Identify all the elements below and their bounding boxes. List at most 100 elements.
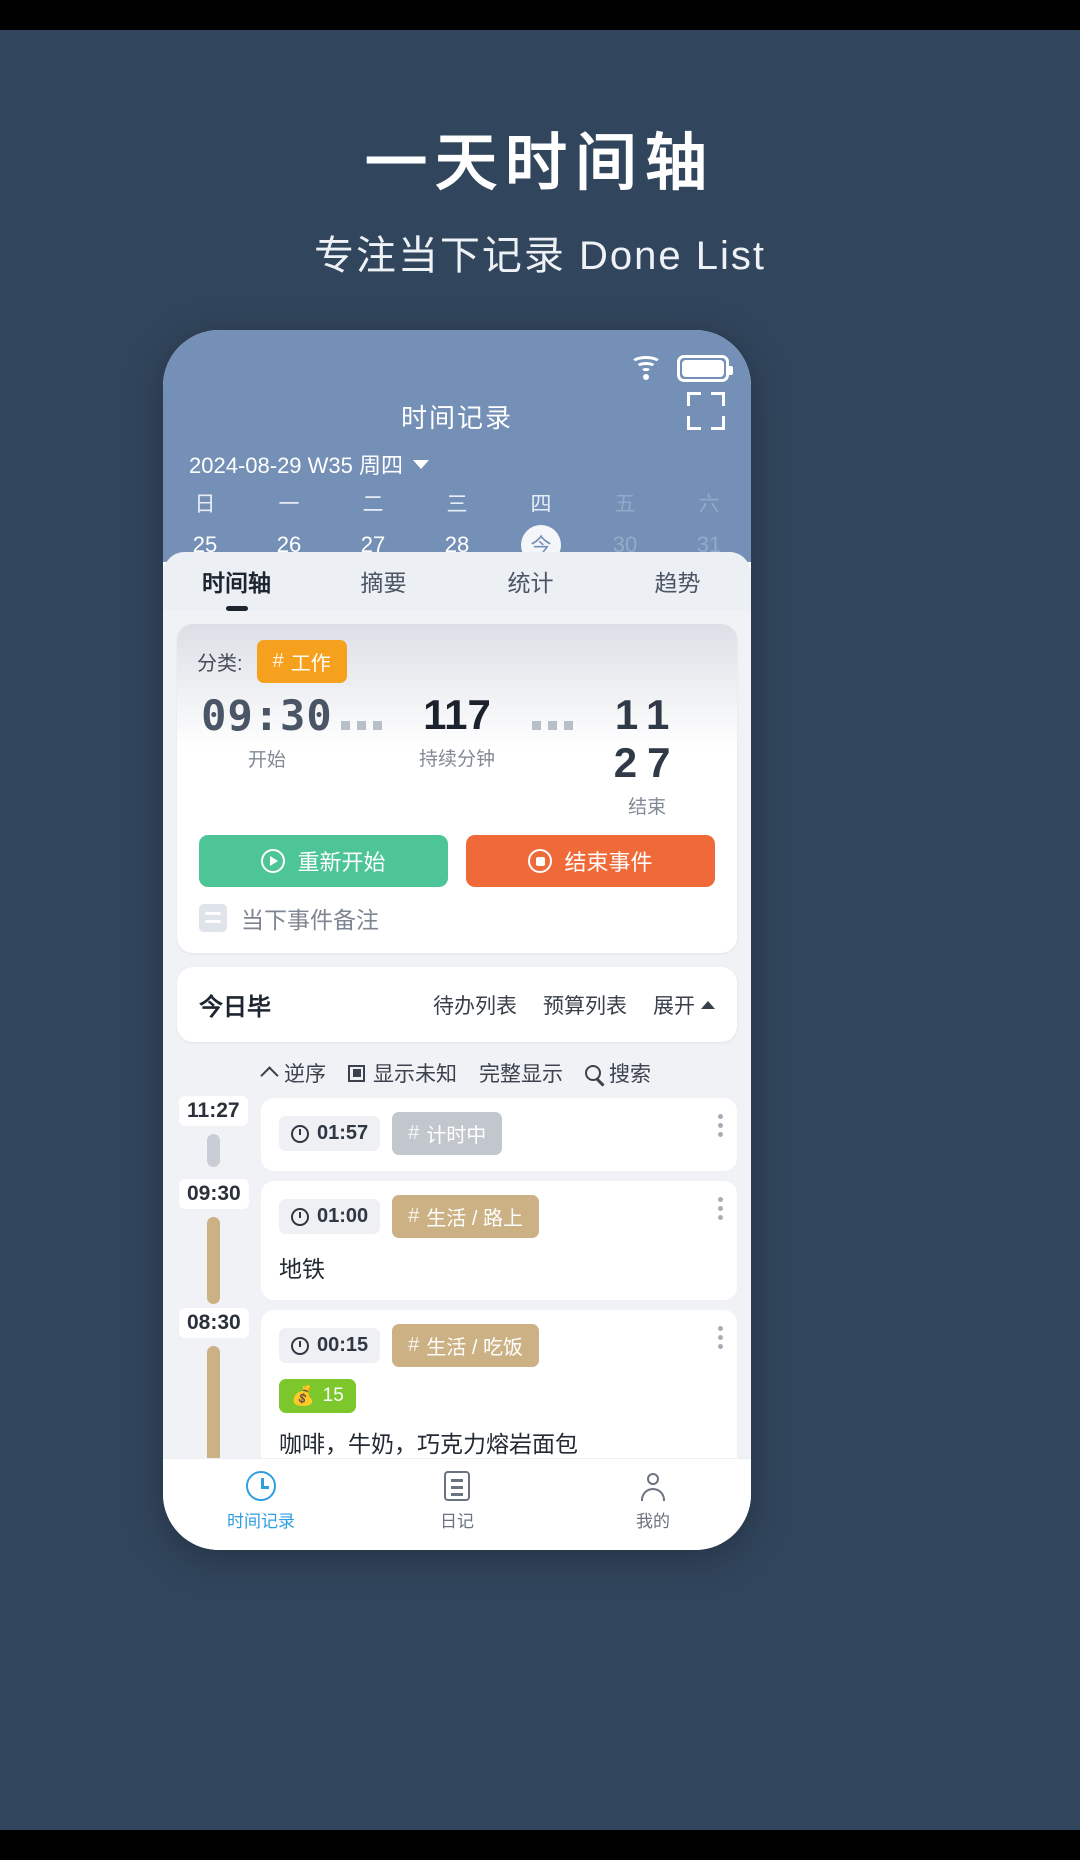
stop-circle-icon xyxy=(528,849,553,873)
nav-item-profile[interactable]: 我的 xyxy=(555,1469,751,1532)
stop-button-label: 结束事件 xyxy=(564,850,653,875)
expand-toggle[interactable]: 展开 xyxy=(653,990,715,1020)
weekday-name: 一 xyxy=(278,493,300,516)
stop-event-button[interactable]: 结束事件 xyxy=(466,835,715,887)
entry-duration: 01:00 xyxy=(317,1205,369,1227)
weekday-name: 五 xyxy=(614,493,636,516)
entry-tag-badge[interactable]: # 生活 / 吃饭 xyxy=(392,1324,539,1367)
wifi-icon xyxy=(629,355,663,381)
today-section-header: 今日毕 待办列表 预算列表 展开 xyxy=(177,967,737,1042)
entry-duration: 01:57 xyxy=(317,1122,369,1144)
tab-summary[interactable]: 摘要 xyxy=(310,564,457,598)
dots-separator-left xyxy=(335,691,389,730)
app-header: 时间记录 2024-08-29 W35 周四 日 一 二 三 四 五 六 25 … xyxy=(163,330,751,565)
chevron-up-icon xyxy=(260,1065,279,1085)
note-placeholder: 当下事件备注 xyxy=(241,907,379,933)
entry-meta: 00:15 # 生活 / 吃饭 xyxy=(279,1324,719,1367)
note-icon xyxy=(199,904,227,932)
event-note-row[interactable]: 当下事件备注 xyxy=(177,887,737,953)
tab-statistics[interactable]: 统计 xyxy=(457,564,604,598)
entry-text: 咖啡，牛奶，巧克力熔岩面包 xyxy=(279,1431,578,1457)
filter-search[interactable]: 搜索 xyxy=(585,1058,651,1088)
category-row: 分类: # 工作 xyxy=(177,624,737,687)
alarm-clock-icon xyxy=(163,1469,359,1503)
timeline-time: 08:30 xyxy=(179,1308,249,1338)
page-subtitle: 专注当下记录 Done List xyxy=(313,234,767,279)
filter-full-display[interactable]: 完整显示 xyxy=(479,1058,563,1088)
entry-tag-label: 生活 / 路上 xyxy=(426,1208,523,1230)
entry-tag-badge[interactable]: # 计时中 xyxy=(392,1112,503,1155)
entry-menu-icon[interactable] xyxy=(718,1197,723,1220)
timeline-entry-card[interactable]: 01:57 # 计时中 xyxy=(261,1098,737,1171)
start-time-label: 开始 xyxy=(247,750,286,771)
weekday-name: 三 xyxy=(446,493,468,516)
bottom-navigation: 时间记录 日记 我的 xyxy=(163,1458,751,1550)
current-timer-card: 分类: # 工作 09:30 开始 117 持续分钟 11 27 结束 重新开始… xyxy=(177,624,737,953)
timer-end[interactable]: 11 27 结束 xyxy=(579,691,715,819)
hash-icon: # xyxy=(408,1334,420,1356)
filter-reverse-label: 逆序 xyxy=(284,1063,326,1086)
status-bar xyxy=(629,348,733,388)
weekday-name: 日 xyxy=(194,493,216,516)
filter-reverse[interactable]: 逆序 xyxy=(260,1058,326,1088)
timeline-bar xyxy=(207,1134,220,1167)
todo-list-link[interactable]: 待办列表 xyxy=(433,990,517,1020)
filter-show-unknown[interactable]: 显示未知 xyxy=(348,1058,457,1088)
duration-chip: 01:57 xyxy=(279,1116,381,1151)
category-badge[interactable]: # 工作 xyxy=(256,640,347,683)
search-icon xyxy=(585,1065,601,1081)
weekday-name: 二 xyxy=(362,493,384,516)
start-time-value: 09:30 xyxy=(201,691,333,740)
timeline-filter-bar: 逆序 显示未知 完整显示 搜索 xyxy=(163,1042,751,1098)
notebook-icon xyxy=(359,1469,555,1503)
tab-timeline[interactable]: 时间轴 xyxy=(163,564,310,598)
chevron-down-icon xyxy=(413,459,429,469)
end-time-label: 结束 xyxy=(628,797,667,818)
restart-button[interactable]: 重新开始 xyxy=(199,835,448,887)
money-chip: 💰 15 xyxy=(279,1379,356,1413)
hash-icon: # xyxy=(408,1122,420,1144)
entry-tag-label: 计时中 xyxy=(426,1125,487,1147)
timer-start[interactable]: 09:30 开始 xyxy=(199,691,335,772)
timeline-row: 09:30 01:00 # 生活 / 路上 地铁 xyxy=(163,1179,751,1310)
timer-duration: 117 持续分钟 xyxy=(389,691,525,771)
entry-meta: 01:57 # 计时中 xyxy=(279,1112,719,1155)
nav-item-diary[interactable]: 日记 xyxy=(359,1469,555,1532)
duration-label: 持续分钟 xyxy=(419,749,496,770)
entry-duration: 00:15 xyxy=(317,1334,369,1356)
weekday-name: 四 xyxy=(530,493,552,516)
entry-tag-label: 生活 / 吃饭 xyxy=(426,1337,523,1359)
scan-icon[interactable] xyxy=(687,392,725,430)
hash-icon: # xyxy=(408,1205,420,1227)
weekday-name: 六 xyxy=(698,493,720,516)
duration-chip: 00:15 xyxy=(279,1328,381,1363)
timeline-time: 11:27 xyxy=(179,1096,248,1126)
battery-icon xyxy=(677,354,733,382)
expand-label: 展开 xyxy=(653,994,695,1018)
filter-search-label: 搜索 xyxy=(609,1063,651,1086)
today-section-card: 今日毕 待办列表 预算列表 展开 xyxy=(177,967,737,1042)
category-label: 分类: xyxy=(197,653,243,675)
entry-menu-icon[interactable] xyxy=(718,1114,723,1137)
entry-tag-badge[interactable]: # 生活 / 路上 xyxy=(392,1195,539,1238)
date-label: 2024-08-29 W35 周四 xyxy=(189,453,403,478)
page-title: 一天时间轴 xyxy=(364,129,715,198)
tab-trends[interactable]: 趋势 xyxy=(604,564,751,598)
budget-list-link[interactable]: 预算列表 xyxy=(543,990,627,1020)
money-amount: 15 xyxy=(322,1385,344,1406)
timeline-entry-card[interactable]: 00:15 # 生活 / 吃饭 💰 15 咖啡，牛奶，巧克力熔岩面包 xyxy=(261,1310,737,1475)
entry-menu-icon[interactable] xyxy=(718,1326,723,1349)
hash-icon: # xyxy=(272,650,284,672)
chevron-up-icon xyxy=(701,1000,715,1009)
timeline-row: 11:27 01:57 # 计时中 xyxy=(163,1096,751,1181)
nav-item-time-record[interactable]: 时间记录 xyxy=(163,1469,359,1532)
checkbox-icon xyxy=(348,1064,365,1082)
date-selector[interactable]: 2024-08-29 W35 周四 xyxy=(189,448,429,480)
promo-header: 一天时间轴 专注当下记录 Done List xyxy=(0,128,1080,281)
timer-actions: 重新开始 结束事件 xyxy=(177,819,737,887)
nav-label: 我的 xyxy=(636,1512,670,1531)
play-circle-icon xyxy=(261,849,286,873)
timeline-entry-card[interactable]: 01:00 # 生活 / 路上 地铁 xyxy=(261,1181,737,1300)
filter-full-display-label: 完整显示 xyxy=(479,1063,563,1086)
filter-show-unknown-label: 显示未知 xyxy=(373,1063,457,1086)
